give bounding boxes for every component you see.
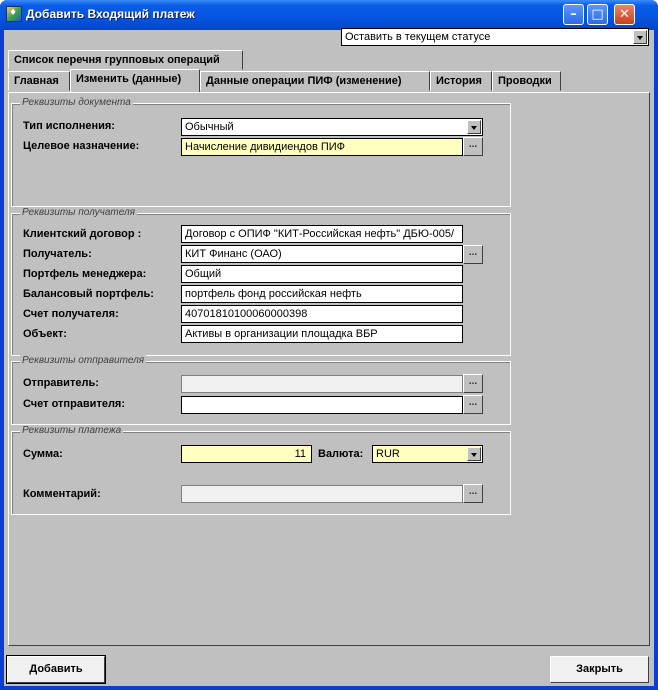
portfolio-manager-label: Портфель менеджера: — [23, 268, 147, 280]
purpose-browse-button[interactable]: ... — [463, 137, 483, 156]
tab-main[interactable]: Главная — [8, 71, 70, 91]
purpose-field[interactable]: Начисление дивидиендов ПИФ — [181, 138, 463, 156]
purpose-label: Целевое назначение: — [23, 140, 140, 152]
tab-postings[interactable]: Проводки — [492, 71, 561, 91]
sender-requisites-group: Реквизиты отправителя — [11, 355, 511, 425]
group-title-recipient: Реквизиты получателя — [20, 207, 137, 218]
group-title-payment: Реквизиты платежа — [20, 425, 124, 436]
chevron-down-icon[interactable] — [633, 30, 647, 44]
sender-browse-button[interactable]: ... — [463, 374, 483, 393]
contract-label: Клиентский договор : — [23, 228, 142, 240]
currency-label: Валюта: — [318, 448, 364, 460]
dialog-client-area: Оставить в текущем статусе Список перечн… — [4, 28, 654, 686]
balance-portfolio-field[interactable]: портфель фонд российская нефть — [181, 285, 463, 303]
comment-field[interactable] — [181, 485, 463, 503]
currency-combo[interactable]: RUR — [372, 445, 483, 463]
group-title-document: Реквизиты документа — [20, 97, 133, 108]
recipient-label: Получатель: — [23, 248, 92, 260]
recipient-account-field[interactable]: 40701810100060000398 — [181, 305, 463, 323]
recipient-field[interactable]: КИТ Финанс (ОАО) — [181, 245, 463, 263]
tab-group-operations[interactable]: Список перечня групповых операций — [8, 50, 243, 70]
contract-field[interactable]: Договор с ОПИФ "КИТ-Российская нефть" ДБ… — [181, 225, 463, 243]
maximize-button[interactable]: □ — [587, 4, 608, 25]
object-label: Объект: — [23, 328, 67, 340]
status-combo[interactable]: Оставить в текущем статусе — [341, 28, 649, 46]
sender-account-field[interactable] — [181, 396, 463, 414]
comment-browse-button[interactable]: ... — [463, 484, 483, 503]
portfolio-manager-field[interactable]: Общий — [181, 265, 463, 283]
sender-field[interactable] — [181, 375, 463, 393]
chevron-down-icon[interactable] — [467, 447, 481, 461]
sender-label: Отправитель: — [23, 377, 99, 389]
tab-edit-data[interactable]: Изменить (данные) — [70, 69, 200, 92]
sum-field[interactable]: 11 — [181, 445, 312, 463]
group-title-sender: Реквизиты отправителя — [20, 355, 147, 366]
comment-label: Комментарий: — [23, 488, 101, 500]
close-window-button[interactable]: ✕ — [614, 4, 635, 25]
window-title: Добавить Входящий платеж — [26, 7, 195, 21]
sender-account-browse-button[interactable]: ... — [463, 395, 483, 414]
exec-type-combo[interactable]: Обычный — [181, 118, 483, 136]
app-icon: ♦ — [6, 6, 22, 22]
dialog-window: ♦ Добавить Входящий платеж – □ ✕ Оставит… — [0, 0, 658, 690]
add-button[interactable]: Добавить — [6, 655, 106, 684]
minimize-button[interactable]: – — [563, 4, 584, 25]
sum-label: Сумма: — [23, 448, 63, 460]
recipient-browse-button[interactable]: ... — [463, 245, 483, 264]
object-field[interactable]: Активы в организации площадка ВБР — [181, 325, 463, 343]
chevron-down-icon[interactable] — [467, 120, 481, 134]
exec-type-value: Обычный — [185, 121, 234, 133]
recipient-account-label: Счет получателя: — [23, 308, 119, 320]
close-button[interactable]: Закрыть — [550, 656, 649, 683]
exec-type-label: Тип исполнения: — [23, 120, 115, 132]
sender-account-label: Счет отправителя: — [23, 398, 126, 410]
status-combo-value: Оставить в текущем статусе — [345, 31, 491, 43]
tab-pif-operation-data[interactable]: Данные операции ПИФ (изменение) — [200, 71, 430, 91]
balance-portfolio-label: Балансовый портфель: — [23, 288, 154, 300]
currency-value: RUR — [376, 448, 400, 460]
title-bar[interactable]: ♦ Добавить Входящий платеж – □ ✕ — [0, 0, 658, 30]
tab-history[interactable]: История — [430, 71, 492, 91]
